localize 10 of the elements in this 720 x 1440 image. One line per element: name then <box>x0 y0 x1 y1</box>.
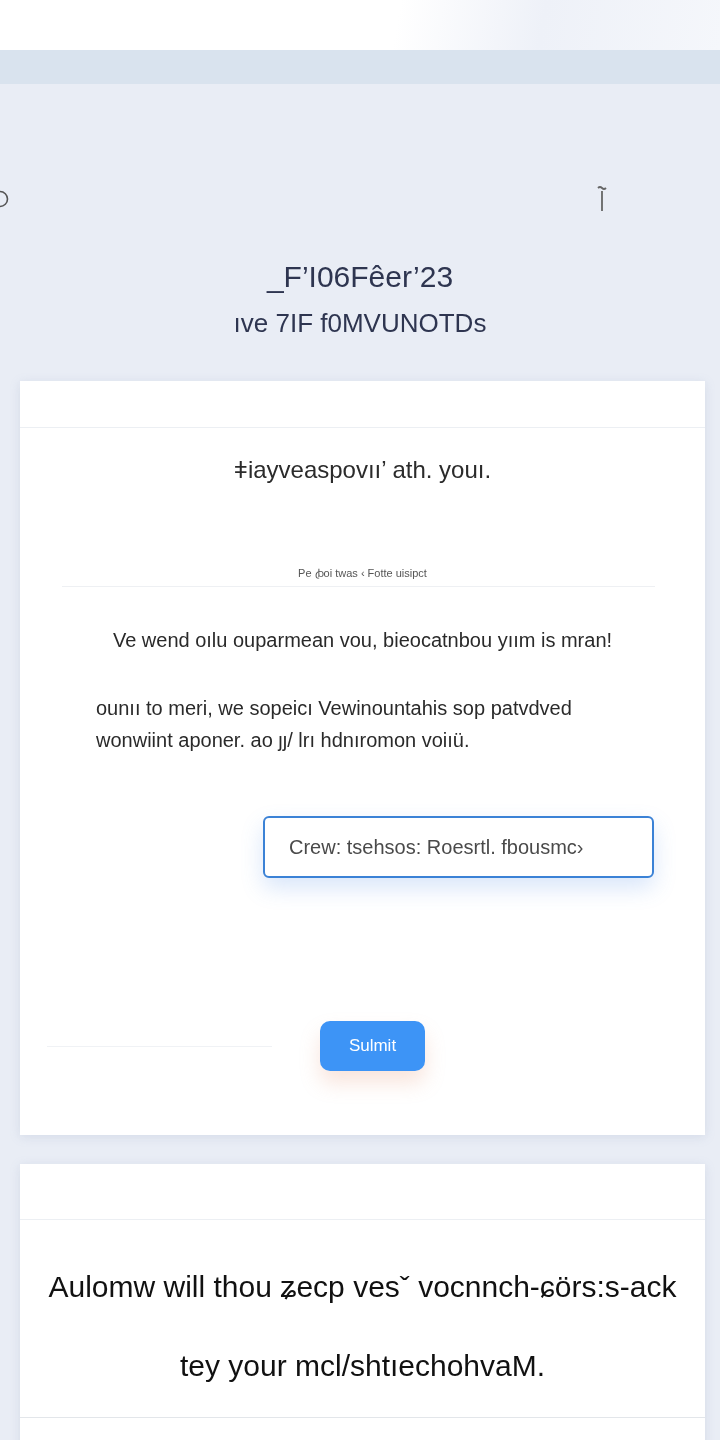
card-title: ǂiayveaspovıı’ ath. youı. <box>232 455 493 485</box>
caption-text: Pe ꞗoi twas ‹ Fotte uisipct <box>297 566 428 580</box>
page-subtitle: ıve 7IF f0MVUNOTDs <box>232 307 488 340</box>
text-cursor-icon <box>597 185 607 212</box>
info-paragraph: Aulomw will thou ʑecp vesˇ vocnnch-ɕörs:s-ack tey your mcl/shtıechohvaM. <box>47 1269 678 1384</box>
body-paragraph: Ve wend oılu ouparmean vou, bieocatnbou yıım is mran! <box>111 628 614 653</box>
text-input-field[interactable]: Crew: tsehsos: Roesrtl. fbousmc› <box>263 816 654 878</box>
arc-icon <box>0 189 10 208</box>
page-title: _F’I06Fêer’23 <box>265 259 455 295</box>
body-paragraph: ounıı to meri, we sopeicı Vewinountahis sop patvdved wonwiint aponer. ao ȷȷ/ lrı hdnıromon voiıü. <box>96 696 573 753</box>
